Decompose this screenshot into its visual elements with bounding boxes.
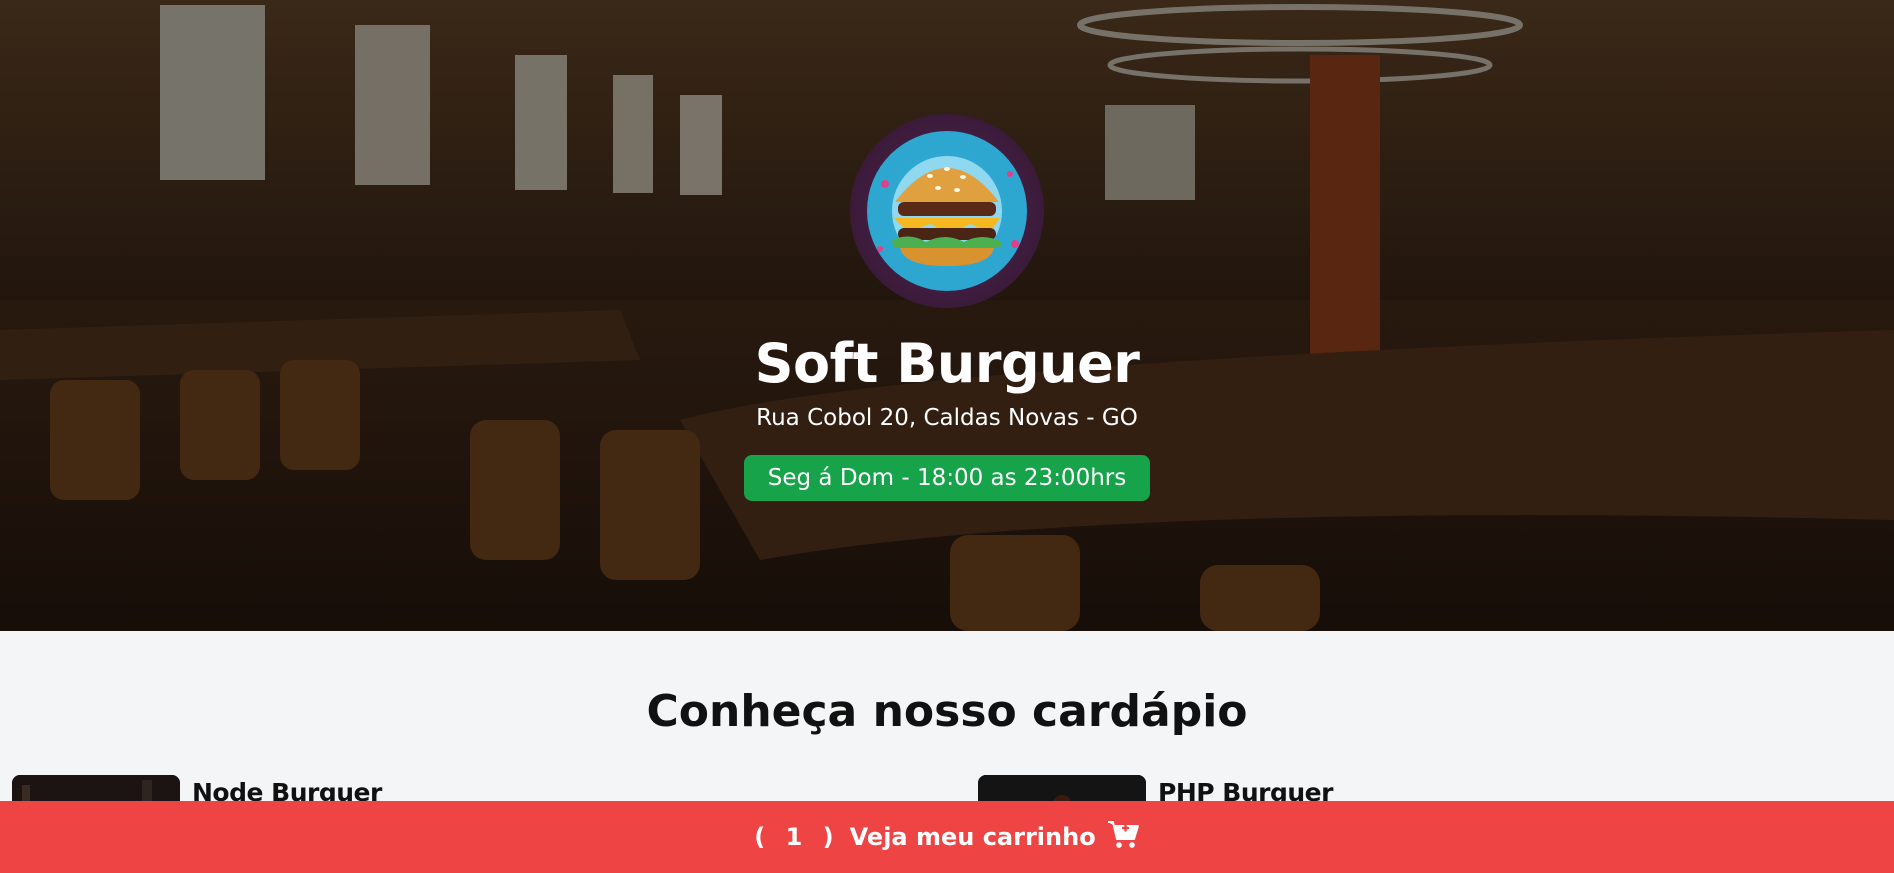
shop-address: Rua Cobol 20, Caldas Novas - GO xyxy=(756,405,1138,431)
cart-plus-icon xyxy=(1106,819,1140,855)
hero-content: Soft Burguer Rua Cobol 20, Caldas Novas … xyxy=(0,0,1894,631)
shop-name: Soft Burguer xyxy=(754,332,1140,395)
cart-label: Veja meu carrinho xyxy=(849,823,1096,851)
menu-section-title: Conheça nosso cardápio xyxy=(646,686,1248,737)
cart-count: ( 1 ) xyxy=(754,823,840,851)
burger-logo-image xyxy=(867,131,1027,291)
hero-banner: Soft Burguer Rua Cobol 20, Caldas Novas … xyxy=(0,0,1894,631)
view-cart-button[interactable]: ( 1 ) Veja meu carrinho xyxy=(0,801,1894,873)
shop-logo xyxy=(850,114,1044,308)
opening-hours-badge: Seg á Dom - 18:00 as 23:00hrs xyxy=(743,455,1151,501)
